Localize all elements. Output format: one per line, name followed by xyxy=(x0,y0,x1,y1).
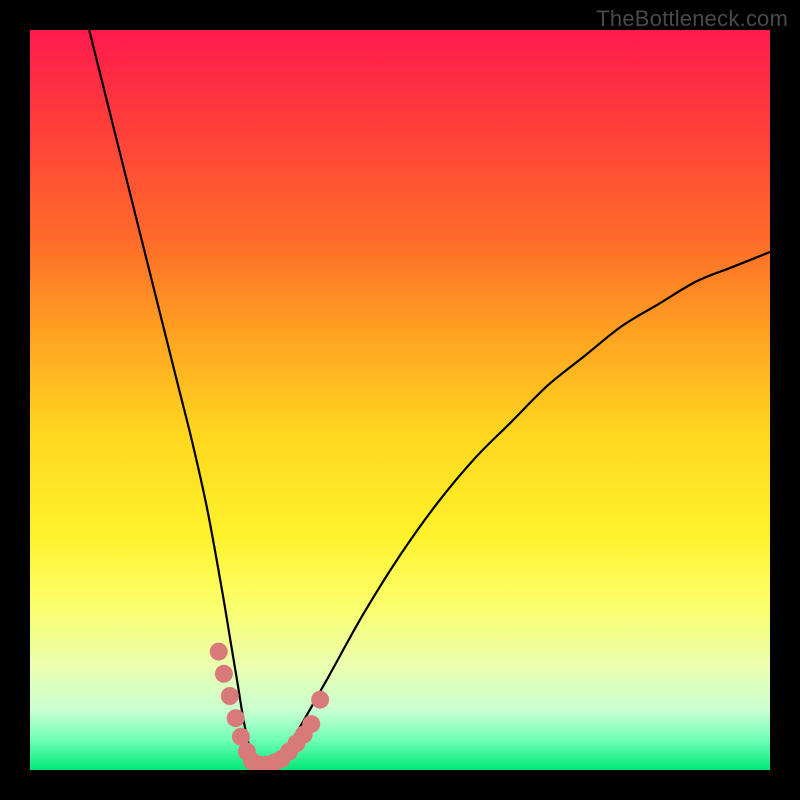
marker-point xyxy=(302,715,320,733)
bottleneck-curve xyxy=(89,30,770,768)
chart-svg xyxy=(30,30,770,770)
plot-area xyxy=(30,30,770,770)
marker-point xyxy=(215,665,233,683)
marker-point xyxy=(221,687,239,705)
marker-point xyxy=(311,691,329,709)
marker-point xyxy=(227,709,245,727)
marker-point xyxy=(210,643,228,661)
watermark-text: TheBottleneck.com xyxy=(596,6,788,32)
chart-container: TheBottleneck.com xyxy=(0,0,800,800)
